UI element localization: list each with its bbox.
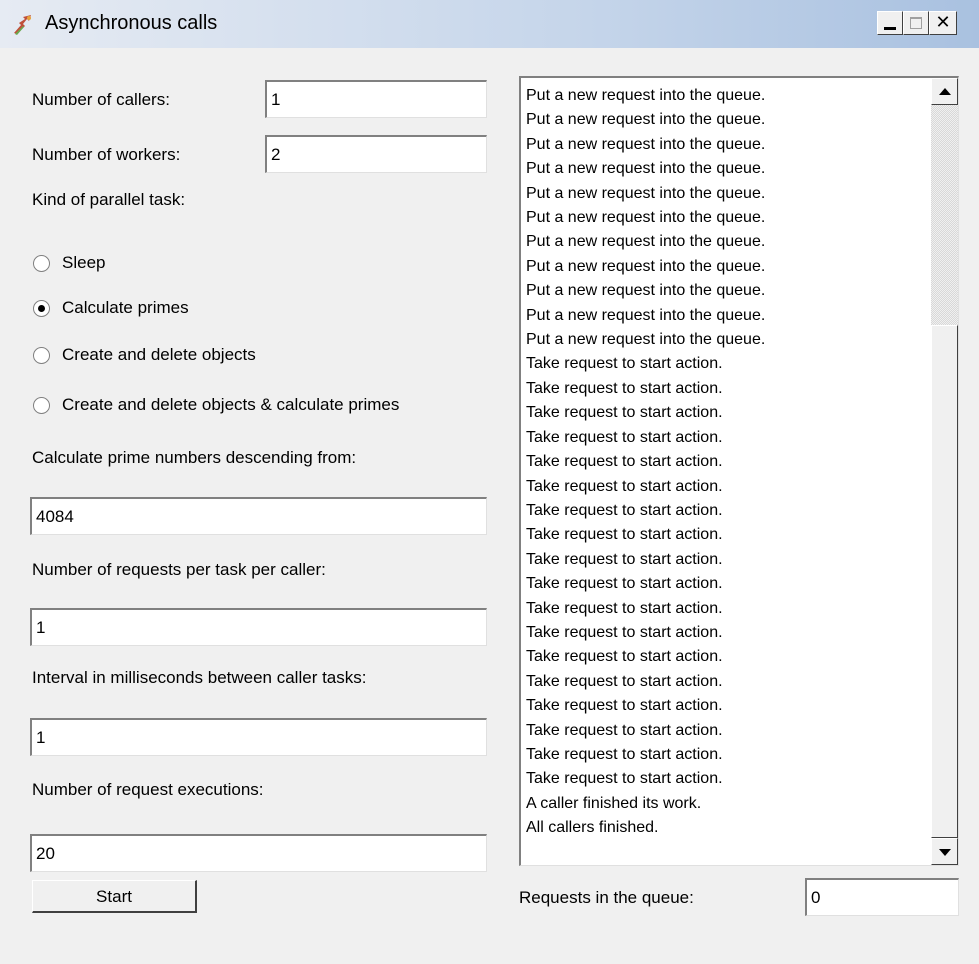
primes-label: Calculate prime numbers descending from: [32,448,357,467]
maximize-button[interactable] [903,11,929,35]
log-item[interactable]: Take request to start action. [526,645,926,669]
radio-label-sleep[interactable]: Sleep [62,253,105,273]
callers-input[interactable] [265,80,487,118]
log-item[interactable]: Take request to start action. [526,523,926,547]
radio-create-delete[interactable] [33,347,50,364]
arrow-down-icon [939,849,951,856]
requests-label: Number of requests per task per caller: [32,560,326,579]
log-item[interactable]: Put a new request into the queue. [526,182,926,206]
radio-label-create-delete[interactable]: Create and delete objects [62,345,256,365]
executions-input[interactable] [30,834,487,872]
maximize-icon [910,17,922,29]
task-kind-label: Kind of parallel task: [32,190,186,209]
workers-label: Number of workers: [32,145,181,164]
queue-count-field[interactable] [805,878,959,916]
log-item[interactable]: Take request to start action. [526,572,926,596]
queue-label: Requests in the queue: [519,888,694,907]
arrow-up-icon [939,88,951,95]
window-title: Asynchronous calls [45,12,218,34]
log-item[interactable]: Put a new request into the queue. [526,133,926,157]
log-items: Put a new request into the queue. Put a n… [526,84,926,841]
scroll-thumb[interactable] [931,325,958,838]
log-item[interactable]: Take request to start action. [526,426,926,450]
log-item[interactable]: Take request to start action. [526,548,926,572]
log-item[interactable]: Take request to start action. [526,499,926,523]
log-item[interactable]: Take request to start action. [526,377,926,401]
log-item[interactable]: Put a new request into the queue. [526,206,926,230]
log-listbox[interactable]: Put a new request into the queue. Put a n… [519,76,959,866]
log-item[interactable]: Take request to start action. [526,719,926,743]
log-scrollbar[interactable] [931,78,958,865]
primes-input[interactable] [30,497,487,535]
app-icon [14,15,31,35]
log-item[interactable]: A caller finished its work. [526,792,926,816]
log-item[interactable]: Put a new request into the queue. [526,84,926,108]
log-item[interactable]: Put a new request into the queue. [526,255,926,279]
start-button[interactable]: Start [32,880,197,913]
close-button[interactable]: ✕ [929,11,957,35]
minimize-button[interactable] [877,11,903,35]
callers-label: Number of callers: [32,90,170,109]
close-icon: ✕ [935,12,951,32]
radio-calculate-primes[interactable] [33,300,50,317]
scroll-track[interactable] [931,105,958,325]
log-item[interactable]: Put a new request into the queue. [526,279,926,303]
log-item[interactable]: Take request to start action. [526,621,926,645]
log-item[interactable]: Put a new request into the queue. [526,108,926,132]
radio-label-calculate-primes[interactable]: Calculate primes [62,298,189,318]
log-item[interactable]: Put a new request into the queue. [526,230,926,254]
log-item[interactable]: Take request to start action. [526,450,926,474]
radio-label-create-delete-primes[interactable]: Create and delete objects & calculate pr… [62,395,399,415]
minimize-icon [884,27,896,30]
log-item[interactable]: Take request to start action. [526,475,926,499]
scroll-up-button[interactable] [931,78,958,105]
log-item[interactable]: Take request to start action. [526,694,926,718]
log-item[interactable]: Put a new request into the queue. [526,157,926,181]
scroll-down-button[interactable] [931,838,958,865]
log-item[interactable]: All callers finished. [526,816,926,840]
log-item[interactable]: Take request to start action. [526,767,926,791]
log-item[interactable]: Take request to start action. [526,401,926,425]
log-item[interactable]: Take request to start action. [526,352,926,376]
title-bar[interactable]: Asynchronous calls ✕ [0,0,979,48]
interval-label: Interval in milliseconds between caller … [32,668,367,687]
radio-create-delete-primes[interactable] [33,397,50,414]
log-item[interactable]: Put a new request into the queue. [526,304,926,328]
log-item[interactable]: Put a new request into the queue. [526,328,926,352]
executions-label: Number of request executions: [32,780,264,799]
log-item[interactable]: Take request to start action. [526,670,926,694]
log-item[interactable]: Take request to start action. [526,743,926,767]
workers-input[interactable] [265,135,487,173]
radio-sleep[interactable] [33,255,50,272]
app-window: Asynchronous calls ✕ Number of callers: … [0,0,979,964]
log-item[interactable]: Take request to start action. [526,597,926,621]
interval-input[interactable] [30,718,487,756]
requests-input[interactable] [30,608,487,646]
